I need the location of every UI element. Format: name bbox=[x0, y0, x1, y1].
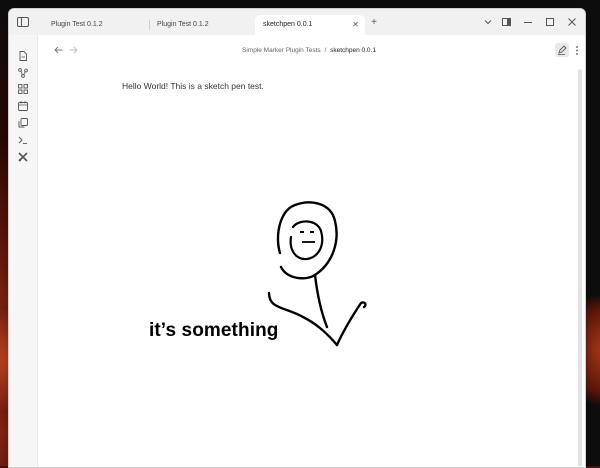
breadcrumb: Simple Marker Plugin Tests / sketchpen 0… bbox=[242, 47, 376, 54]
plus-icon[interactable]: + bbox=[369, 18, 379, 28]
layout-icon[interactable] bbox=[501, 18, 511, 29]
tab-sketchpen[interactable]: sketchpen 0.0.1 ✕ bbox=[255, 15, 365, 35]
arrow-left-icon[interactable] bbox=[53, 46, 63, 57]
drawing-caption: it’s something bbox=[149, 320, 279, 341]
maximize-icon[interactable] bbox=[545, 18, 555, 29]
chevron-down-icon[interactable] bbox=[483, 18, 493, 29]
copy-icon[interactable] bbox=[18, 115, 28, 128]
sidebar-toggle-icon[interactable] bbox=[17, 17, 29, 27]
tab-plugin-test-2[interactable]: Plugin Test 0.1.2 bbox=[149, 15, 252, 35]
breadcrumb-current[interactable]: sketchpen 0.0.1 bbox=[330, 47, 376, 54]
breadcrumb-separator: / bbox=[324, 47, 327, 54]
title-bar: Plugin Test 0.1.2 Plugin Test 0.1.2 sket… bbox=[9, 9, 585, 35]
tools-icon[interactable] bbox=[18, 149, 28, 162]
scrollbar[interactable] bbox=[578, 69, 582, 467]
close-tab-icon[interactable]: ✕ bbox=[352, 15, 359, 35]
tab-label: sketchpen 0.0.1 bbox=[263, 21, 313, 28]
left-ribbon bbox=[9, 35, 38, 467]
more-vertical-icon[interactable] bbox=[573, 46, 581, 58]
note-content[interactable]: Hello World! This is a sketch pen test. … bbox=[37, 67, 577, 467]
minimize-icon[interactable] bbox=[523, 18, 533, 29]
file-icon[interactable] bbox=[18, 48, 28, 61]
tab-plugin-test-1[interactable]: Plugin Test 0.1.2 bbox=[43, 15, 141, 35]
stick-figure-head bbox=[276, 201, 338, 280]
pencil-icon[interactable] bbox=[555, 43, 569, 57]
terminal-icon[interactable] bbox=[18, 132, 28, 144]
calendar-icon[interactable] bbox=[18, 98, 28, 111]
tab-label: Plugin Test 0.1.2 bbox=[51, 21, 103, 28]
tab-label: Plugin Test 0.1.2 bbox=[157, 21, 209, 28]
stick-figure-arm-right bbox=[335, 301, 367, 347]
note-text: Hello World! This is a sketch pen test. bbox=[122, 81, 264, 91]
close-icon[interactable] bbox=[567, 18, 577, 29]
view-header: Simple Marker Plugin Tests / sketchpen 0… bbox=[37, 35, 585, 67]
stick-figure-arm-left bbox=[267, 291, 339, 347]
breadcrumb-parent[interactable]: Simple Marker Plugin Tests bbox=[242, 47, 321, 54]
graph-icon[interactable] bbox=[18, 65, 28, 78]
app-window: Plugin Test 0.1.2 Plugin Test 0.1.2 sket… bbox=[8, 8, 586, 468]
stick-figure-body bbox=[313, 273, 329, 329]
arrow-right-icon[interactable] bbox=[68, 46, 78, 57]
stick-figure-face bbox=[289, 220, 324, 261]
grid-icon[interactable] bbox=[18, 81, 28, 94]
